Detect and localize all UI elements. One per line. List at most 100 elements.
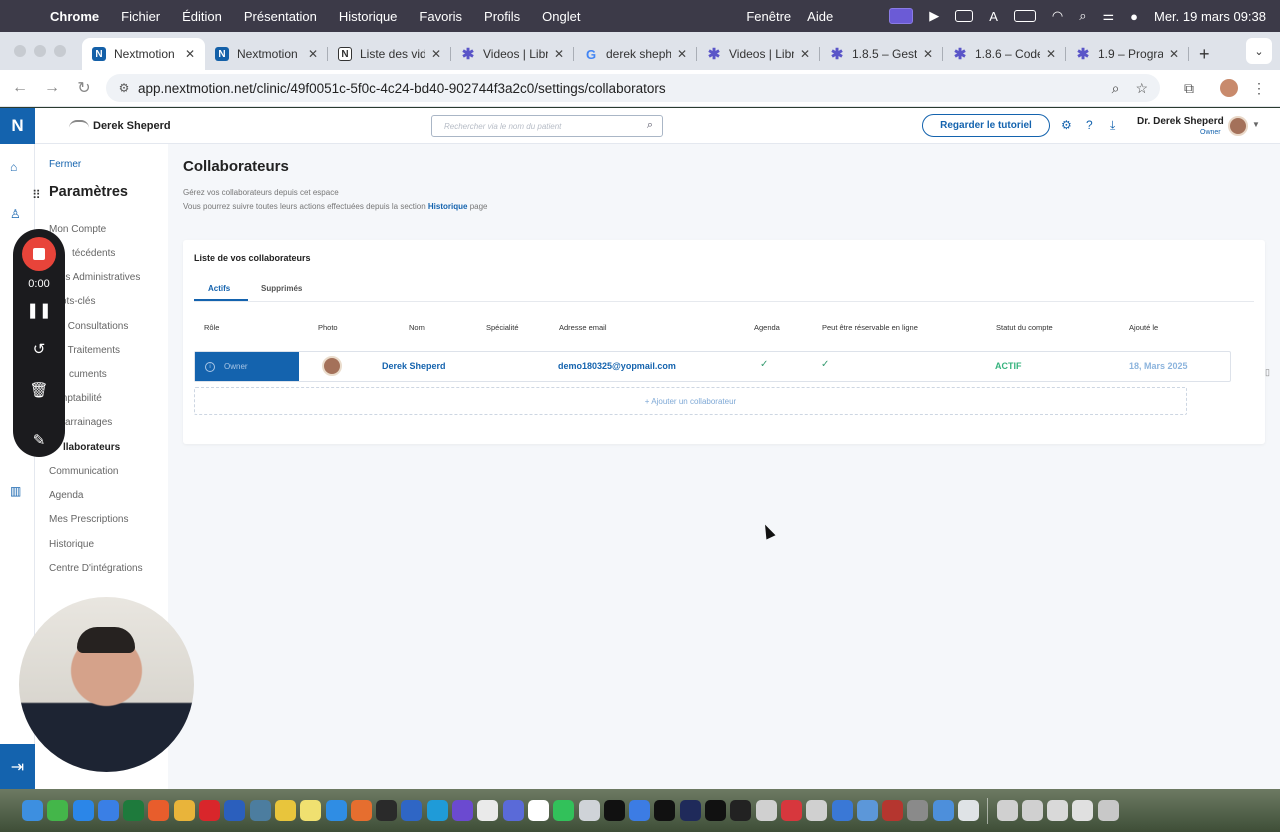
- dock-app-icon[interactable]: [831, 800, 853, 821]
- menu-presentation[interactable]: Présentation: [244, 9, 317, 24]
- close-window-button[interactable]: [14, 45, 26, 57]
- browser-tab[interactable]: ✱ 1.9 – Progra ✕: [1066, 38, 1189, 70]
- dock-app-icon[interactable]: [755, 800, 777, 821]
- settings-nav-item[interactable]: técédents: [72, 248, 115, 259]
- patient-search-input[interactable]: Rechercher via le nom du patient ⌕: [431, 115, 663, 137]
- dock-app-icon[interactable]: [123, 800, 145, 821]
- dock-app-icon[interactable]: [882, 800, 904, 821]
- dock-app-icon[interactable]: [806, 800, 828, 821]
- dock-app-icon[interactable]: [996, 800, 1018, 821]
- wifi-icon[interactable]: ◠: [1052, 8, 1063, 24]
- user-avatar[interactable]: [1228, 116, 1248, 136]
- nextmotion-logo[interactable]: N: [0, 108, 35, 144]
- control-center-icon[interactable]: ⚌: [1102, 8, 1114, 24]
- settings-nav-item[interactable]: Centre D'intégrations: [49, 563, 143, 574]
- settings-nav-item[interactable]: s Consultations: [60, 321, 128, 332]
- row-action-icon[interactable]: ▯: [1265, 367, 1270, 378]
- search-icon[interactable]: ⌕: [647, 119, 653, 132]
- dock-app-icon[interactable]: [629, 800, 651, 821]
- siri-icon[interactable]: ●: [1130, 9, 1138, 24]
- settings-nav-item[interactable]: arrainages: [65, 417, 112, 428]
- back-arrow-icon[interactable]: ←: [4, 79, 36, 97]
- download-icon[interactable]: ⤓: [1110, 118, 1115, 133]
- dock-app-icon[interactable]: [1021, 800, 1043, 821]
- dock-app-icon[interactable]: [553, 800, 575, 821]
- dock-app-icon[interactable]: [1047, 800, 1069, 821]
- bookmark-star-icon[interactable]: ☆: [1135, 80, 1148, 97]
- browser-tab[interactable]: ✱ Videos | Libr ✕: [697, 38, 820, 70]
- dock-app-icon[interactable]: [47, 800, 69, 821]
- menu-edition[interactable]: Édition: [182, 9, 222, 24]
- dock-app-icon[interactable]: [603, 800, 625, 821]
- tab-search-button[interactable]: ⌄: [1246, 38, 1272, 64]
- settings-nav-item[interactable]: mptabilité: [59, 393, 102, 404]
- settings-nav-item[interactable]: Mes Prescriptions: [49, 514, 128, 525]
- browser-tab[interactable]: ✱ Videos | Libr ✕: [451, 38, 574, 70]
- browser-tab[interactable]: N Nextmotion ✕: [82, 38, 205, 70]
- dock-app-icon[interactable]: [452, 800, 474, 821]
- settings-nav-item[interactable]: s Traitements: [60, 345, 120, 356]
- patient-icon[interactable]: ♙: [10, 207, 21, 221]
- info-icon[interactable]: i: [205, 361, 215, 372]
- table-row[interactable]: i Owner Derek Sheperd demo180325@yopmail…: [194, 351, 1231, 382]
- dock-app-icon[interactable]: [199, 800, 221, 821]
- settings-nav-item[interactable]: Mon Compte: [49, 224, 106, 235]
- add-collaborator-button[interactable]: + Ajouter un collaborateur: [194, 387, 1187, 415]
- menubar-clock[interactable]: Mer. 19 mars 09:38: [1154, 9, 1266, 24]
- settings-nav-item[interactable]: Historique: [49, 539, 94, 550]
- stats-chart-icon[interactable]: ▥: [10, 484, 21, 498]
- close-tab-icon[interactable]: ✕: [308, 47, 318, 61]
- screen-share-icon[interactable]: [889, 8, 914, 24]
- settings-gear-icon[interactable]: ⚙: [1061, 118, 1072, 132]
- browser-tab[interactable]: Gderek sheph ✕: [574, 38, 697, 70]
- dock-app-icon[interactable]: [477, 800, 499, 821]
- collaborator-email[interactable]: demo180325@yopmail.com: [558, 361, 676, 371]
- close-settings-link[interactable]: Fermer: [49, 159, 81, 170]
- browser-tab[interactable]: ✱ 1.8.5 – Gest ✕: [820, 38, 943, 70]
- menu-fenetre[interactable]: Fenêtre: [746, 9, 791, 24]
- menu-app-name[interactable]: Chrome: [50, 9, 99, 24]
- dock-app-icon[interactable]: [173, 800, 195, 821]
- restart-icon[interactable]: ↺: [13, 340, 65, 358]
- dock-app-icon[interactable]: [705, 800, 727, 821]
- close-tab-icon[interactable]: ✕: [677, 47, 687, 61]
- dock-app-icon[interactable]: [22, 800, 43, 821]
- tab-actifs[interactable]: Actifs: [208, 284, 230, 293]
- minimize-window-button[interactable]: [34, 45, 46, 57]
- close-tab-icon[interactable]: ✕: [1046, 47, 1056, 61]
- settings-nav-item[interactable]: cuments: [69, 369, 107, 380]
- dock-app-icon[interactable]: [97, 800, 119, 821]
- new-tab-button[interactable]: +: [1199, 38, 1210, 70]
- dock-app-icon[interactable]: [932, 800, 954, 821]
- pen-draw-icon[interactable]: ✎: [13, 431, 65, 449]
- close-tab-icon[interactable]: ✕: [800, 47, 810, 61]
- dock-app-icon[interactable]: [224, 800, 246, 821]
- profile-avatar[interactable]: [1220, 79, 1238, 97]
- reload-icon[interactable]: ↻: [68, 78, 100, 98]
- dock-app-icon[interactable]: [907, 800, 929, 821]
- browser-tab[interactable]: N Nextmotion ✕: [205, 38, 328, 70]
- dock-app-icon[interactable]: [1072, 800, 1094, 821]
- close-tab-icon[interactable]: ✕: [923, 47, 933, 61]
- settings-nav-item[interactable]: llaborateurs: [63, 442, 120, 453]
- home-icon[interactable]: ⌂: [10, 160, 17, 174]
- clinic-name[interactable]: Derek Sheperd: [93, 120, 171, 132]
- dock-app-icon[interactable]: [325, 800, 347, 821]
- dock-app-icon[interactable]: [730, 800, 752, 821]
- history-link[interactable]: Historique: [428, 202, 468, 211]
- site-settings-icon[interactable]: ⚙: [110, 81, 138, 95]
- logout-icon[interactable]: ⇥: [0, 744, 35, 789]
- address-bar[interactable]: ⚙ app.nextmotion.net/clinic/49f0051c-5f0…: [106, 74, 1160, 102]
- dock-app-icon[interactable]: [376, 800, 398, 821]
- menu-fichier[interactable]: Fichier: [121, 9, 160, 24]
- dock-app-icon[interactable]: [578, 800, 600, 821]
- menu-historique[interactable]: Historique: [339, 9, 398, 24]
- browser-tab[interactable]: N Liste des vid ✕: [328, 38, 451, 70]
- dock-app-icon[interactable]: [679, 800, 701, 821]
- settings-nav-item[interactable]: fos Administratives: [57, 272, 140, 283]
- settings-nav-item[interactable]: ots-clés: [61, 296, 95, 307]
- dock-app-icon[interactable]: [527, 800, 549, 821]
- menu-profils[interactable]: Profils: [484, 9, 520, 24]
- forward-arrow-icon[interactable]: →: [36, 79, 68, 97]
- battery-icon[interactable]: [1013, 10, 1036, 22]
